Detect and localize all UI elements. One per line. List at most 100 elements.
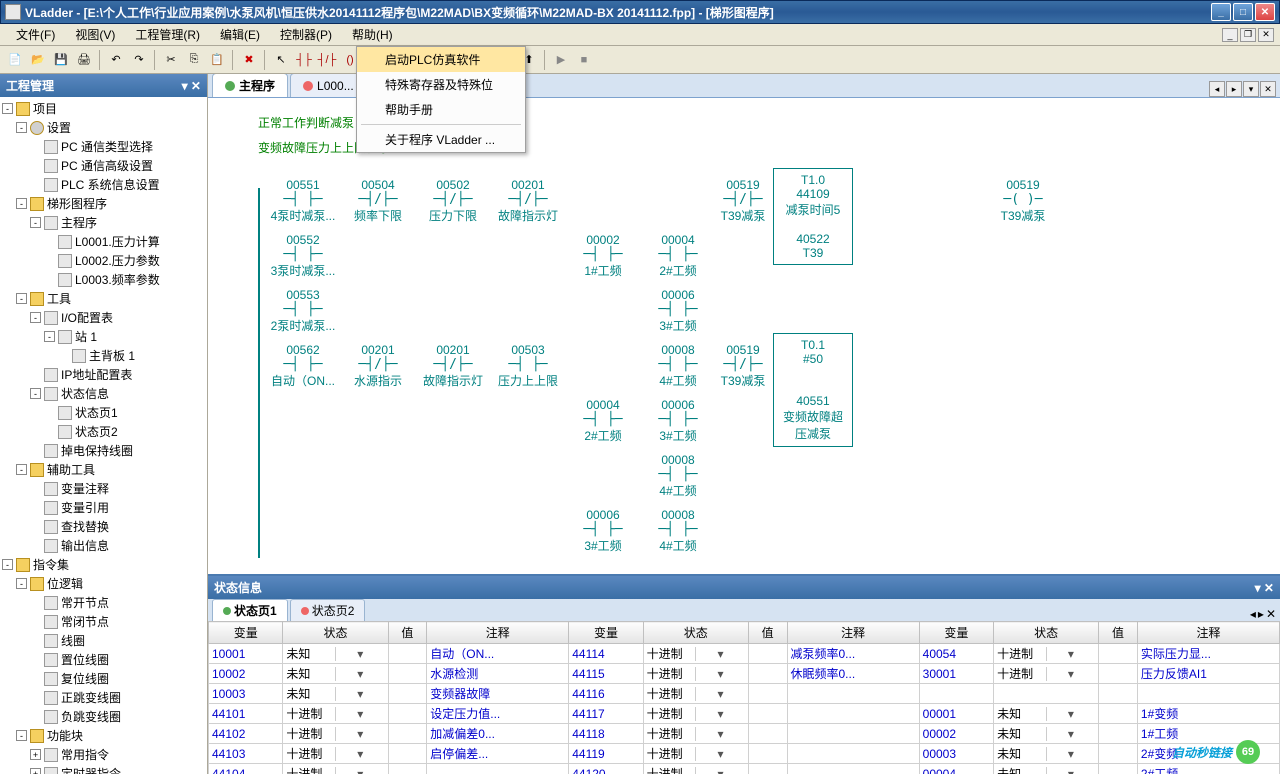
tree-item[interactable]: L0001.压力计算 (2, 232, 205, 251)
pointer-button[interactable]: ↖ (270, 49, 292, 71)
redo-button[interactable]: ↷ (128, 49, 150, 71)
grid-cell[interactable]: 自动（ON... (427, 644, 569, 664)
status-tab-nav[interactable]: ✕ (1266, 607, 1276, 621)
grid-cell[interactable] (787, 764, 919, 774)
grid-cell[interactable]: 10003 (209, 684, 283, 704)
status-tab-nav[interactable]: ▸ (1258, 607, 1264, 621)
tree-item[interactable]: -辅助工具 (2, 460, 205, 479)
grid-cell[interactable]: 水源检测 (427, 664, 569, 684)
grid-cell[interactable]: 十进制▾ (643, 664, 748, 684)
ladder-contact[interactable]: 00006─┤ ├─3#工频 (568, 508, 638, 554)
grid-cell[interactable]: 44120 (569, 764, 643, 774)
grid-cell[interactable]: 未知▾ (283, 644, 388, 664)
grid-cell[interactable]: 十进制▾ (283, 704, 388, 724)
grid-cell[interactable] (1099, 744, 1138, 764)
ladder-contact[interactable]: 00201─┤/├─故障指示灯 (493, 178, 563, 224)
grid-cell[interactable] (1099, 704, 1138, 724)
status-tab-0[interactable]: 状态页1 (212, 599, 288, 621)
grid-cell[interactable]: 44103 (209, 744, 283, 764)
grid-cell[interactable]: 44104 (209, 764, 283, 774)
ladder-contact[interactable]: 00006─┤ ├─3#工频 (643, 288, 713, 334)
tree-item[interactable]: 状态页2 (2, 422, 205, 441)
ladder-contact[interactable]: 00519─┤/├─T39减泵 (708, 343, 778, 389)
grid-cell[interactable]: 设定压力值... (427, 704, 569, 724)
close-button[interactable]: ✕ (1255, 3, 1275, 21)
ladder-contact[interactable]: 00008─┤ ├─4#工频 (643, 343, 713, 389)
ladder-contact[interactable]: 00552─┤ ├─3泵时减泵... (268, 233, 338, 279)
ladder-contact[interactable]: 00006─┤ ├─3#工频 (643, 398, 713, 444)
tree-item[interactable]: -设置 (2, 118, 205, 137)
ladder-function-block[interactable]: T1.044109减泵时间5 40522T39 (773, 168, 853, 265)
dropdown-arrow-icon[interactable]: ▾ (695, 687, 745, 701)
grid-cell[interactable] (388, 644, 427, 664)
grid-cell[interactable]: 44114 (569, 644, 643, 664)
menu-0[interactable]: 文件(F) (6, 24, 65, 45)
grid-cell[interactable]: 十进制▾ (283, 744, 388, 764)
dropdown-arrow-icon[interactable]: ▾ (695, 767, 745, 774)
grid-header[interactable]: 状态 (643, 622, 748, 644)
help-item-2[interactable]: 帮助手册 (357, 97, 525, 122)
tree-item[interactable]: 负跳变线圈 (2, 707, 205, 726)
grid-cell[interactable] (1099, 664, 1138, 684)
ladder-contact[interactable]: 00553─┤ ├─2泵时减泵... (268, 288, 338, 334)
grid-cell[interactable] (1099, 644, 1138, 664)
project-tree[interactable]: -项目-设置PC 通信类型选择PC 通信高级设置PLC 系统信息设置-梯形图程序… (0, 97, 207, 774)
grid-header[interactable]: 变量 (209, 622, 283, 644)
grid-cell[interactable] (427, 764, 569, 774)
grid-cell[interactable]: 十进制▾ (643, 764, 748, 774)
grid-cell[interactable]: 10002 (209, 664, 283, 684)
run-button[interactable]: ▶ (550, 49, 572, 71)
tree-item[interactable]: -主程序 (2, 213, 205, 232)
tree-item[interactable]: 常开节点 (2, 593, 205, 612)
tree-item[interactable]: 输出信息 (2, 536, 205, 555)
ladder-contact[interactable]: 00503─┤ ├─压力上上限 (493, 343, 563, 389)
grid-header[interactable]: 值 (1099, 622, 1138, 644)
grid-cell[interactable] (388, 744, 427, 764)
tree-item[interactable]: 变量引用 (2, 498, 205, 517)
tree-item[interactable]: L0003.频率参数 (2, 270, 205, 289)
ladder-contact[interactable]: 00004─┤ ├─2#工频 (568, 398, 638, 444)
grid-header[interactable]: 状态 (283, 622, 388, 644)
grid-cell[interactable]: 减泵频率0... (787, 644, 919, 664)
grid-cell[interactable]: 44116 (569, 684, 643, 704)
grid-cell[interactable] (748, 764, 787, 774)
dropdown-arrow-icon[interactable]: ▾ (695, 747, 745, 761)
menu-2[interactable]: 工程管理(R) (125, 24, 210, 45)
grid-cell[interactable]: 00004 (919, 764, 993, 774)
ladder-contact[interactable]: 00502─┤/├─压力下限 (418, 178, 488, 224)
grid-header[interactable]: 注释 (427, 622, 569, 644)
grid-cell[interactable] (748, 744, 787, 764)
tree-item[interactable]: 变量注释 (2, 479, 205, 498)
tree-item[interactable]: 线圈 (2, 631, 205, 650)
grid-cell[interactable]: 44117 (569, 704, 643, 724)
tree-item[interactable]: -状态信息 (2, 384, 205, 403)
tree-item[interactable]: PLC 系统信息设置 (2, 175, 205, 194)
grid-cell[interactable] (748, 664, 787, 684)
grid-cell[interactable]: 2#工频 (1137, 764, 1279, 774)
tree-item[interactable]: L0002.压力参数 (2, 251, 205, 270)
tree-item[interactable]: -指令集 (2, 555, 205, 574)
grid-header[interactable]: 变量 (919, 622, 993, 644)
menu-3[interactable]: 编辑(E) (210, 24, 270, 45)
menu-4[interactable]: 控制器(P) (270, 24, 342, 45)
grid-header[interactable]: 注释 (1137, 622, 1279, 644)
grid-cell[interactable]: 未知▾ (994, 764, 1099, 774)
grid-cell[interactable] (994, 684, 1099, 704)
tree-item[interactable]: -梯形图程序 (2, 194, 205, 213)
delete-button[interactable]: ✖ (238, 49, 260, 71)
dropdown-arrow-icon[interactable]: ▾ (335, 727, 385, 741)
tree-item[interactable]: PC 通信高级设置 (2, 156, 205, 175)
grid-cell[interactable]: 未知▾ (994, 744, 1099, 764)
tab-prev[interactable]: ◂ (1209, 81, 1225, 97)
open-button[interactable]: 📂 (27, 49, 49, 71)
tree-item[interactable]: 置位线圈 (2, 650, 205, 669)
dropdown-arrow-icon[interactable]: ▾ (335, 687, 385, 701)
dropdown-arrow-icon[interactable]: ▾ (1046, 727, 1096, 741)
grid-cell[interactable]: 44115 (569, 664, 643, 684)
dropdown-arrow-icon[interactable]: ▾ (695, 727, 745, 741)
ladder-contact[interactable]: 00201─┤/├─水源指示 (343, 343, 413, 389)
grid-cell[interactable]: 00003 (919, 744, 993, 764)
grid-cell[interactable]: 未知▾ (283, 664, 388, 684)
grid-cell[interactable]: 十进制▾ (643, 684, 748, 704)
grid-cell[interactable] (1099, 764, 1138, 774)
